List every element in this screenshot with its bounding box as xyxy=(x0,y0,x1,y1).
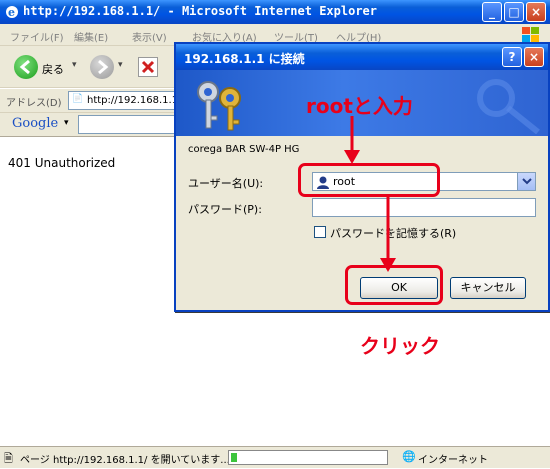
address-value: http://192.168.1.1 xyxy=(87,95,179,106)
svg-text:e: e xyxy=(8,6,15,19)
google-logo: Google xyxy=(12,116,59,131)
arrow-down-icon xyxy=(380,196,396,272)
forward-button[interactable] xyxy=(90,55,114,79)
username-dropdown-button[interactable] xyxy=(517,173,535,190)
ok-highlight-box xyxy=(345,265,443,305)
menu-view[interactable]: 表示(V) xyxy=(132,29,167,44)
internet-explorer-icon: e xyxy=(6,6,18,19)
realm-text: corega BAR SW-4P HG xyxy=(188,144,300,155)
back-label: 戻る xyxy=(42,63,64,76)
status-page-icon: 🗎 xyxy=(4,452,13,465)
chevron-down-icon xyxy=(522,178,532,185)
minimize-button[interactable]: _ xyxy=(482,2,502,22)
password-label: パスワード(P): xyxy=(188,203,262,216)
forward-arrow-icon xyxy=(98,59,109,75)
dialog-close-button[interactable]: × xyxy=(524,47,544,67)
progress-bar xyxy=(228,450,388,465)
address-label: アドレス(D) xyxy=(6,98,62,109)
password-field[interactable] xyxy=(312,198,536,217)
annotation-enter-root: rootと入力 xyxy=(306,94,413,118)
forward-dropdown-icon[interactable]: ▾ xyxy=(118,60,123,70)
remember-password-checkbox[interactable] xyxy=(314,226,326,238)
page-body-text: 401 Unauthorized xyxy=(8,156,116,170)
address-input[interactable]: 📄 http://192.168.1.1 xyxy=(68,91,178,110)
google-dropdown-icon[interactable]: ▾ xyxy=(64,118,69,128)
annotation-click: クリック xyxy=(360,334,440,358)
cancel-button[interactable]: キャンセル xyxy=(450,277,526,299)
back-arrow-icon xyxy=(19,59,30,75)
globe-icon: 🌐 xyxy=(402,450,416,463)
browser-title-bar: e http://192.168.1.1/ - Microsoft Intern… xyxy=(0,0,550,24)
progress-fill xyxy=(231,453,237,462)
menu-edit[interactable]: 編集(E) xyxy=(74,29,108,44)
menu-file[interactable]: ファイル(F) xyxy=(10,29,64,44)
stop-icon xyxy=(141,60,155,74)
page-icon: 📄 xyxy=(72,94,84,104)
stop-button[interactable] xyxy=(138,57,158,77)
status-bar: 🗎 ページ http://192.168.1.1/ を開いています... 🌐 イ… xyxy=(0,446,550,468)
maximize-button[interactable]: □ xyxy=(504,2,524,22)
username-highlight-box xyxy=(298,163,440,197)
username-label: ユーザー名(U): xyxy=(188,177,264,190)
back-dropdown-icon[interactable]: ▾ xyxy=(72,60,77,70)
dialog-title-bar: 192.168.1.1 に接続 ? × xyxy=(176,44,548,70)
arrow-down-icon xyxy=(344,116,360,164)
google-search-input[interactable] xyxy=(78,115,178,134)
close-window-button[interactable]: × xyxy=(526,2,546,22)
browser-title: http://192.168.1.1/ - Microsoft Internet… xyxy=(23,4,378,18)
banner-key-watermark-icon xyxy=(477,79,540,134)
status-text: ページ http://192.168.1.1/ を開いています... xyxy=(20,455,230,466)
dialog-title: 192.168.1.1 に接続 xyxy=(184,52,305,66)
help-button[interactable]: ? xyxy=(502,47,522,67)
zone-text: インターネット xyxy=(418,455,488,466)
keys-icon xyxy=(197,81,241,131)
back-button[interactable] xyxy=(14,55,38,79)
